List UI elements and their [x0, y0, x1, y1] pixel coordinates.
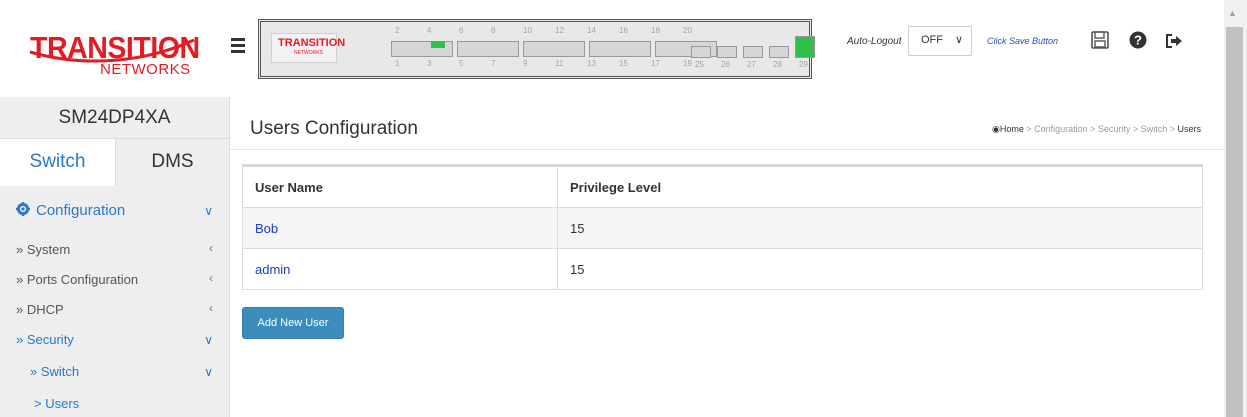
menu-toggle-icon[interactable] — [231, 38, 245, 56]
breadcrumb: ◉Home > Configuration > Security > Switc… — [991, 124, 1201, 134]
port-block — [589, 41, 651, 57]
sidebar-item-system[interactable]: » System ‹ — [0, 237, 229, 261]
save-icon[interactable] — [1091, 31, 1109, 49]
user-name-cell: Bob — [242, 207, 558, 249]
port-number: 29 — [799, 60, 808, 69]
port-number: 19 — [683, 59, 692, 68]
sidebar-item-users[interactable]: > Users — [0, 392, 229, 414]
port-number: 26 — [721, 60, 730, 69]
port-number: 16 — [619, 26, 628, 35]
port-number: 8 — [491, 26, 496, 35]
sidebar-item-dhcp[interactable]: » DHCP ‹ — [0, 297, 229, 321]
chevron-left-icon: ‹ — [209, 301, 213, 315]
sidebar-item-ports-configuration[interactable]: » Ports Configuration ‹ — [0, 267, 229, 291]
divider — [230, 149, 1224, 150]
sfp-port — [769, 46, 789, 58]
port-number: 3 — [427, 59, 432, 68]
brand-logo[interactable]: TRANSITION NETWORKS — [0, 0, 228, 97]
gear-icon — [16, 202, 30, 216]
table-row: admin 15 — [242, 248, 1203, 290]
sidebar-item-switch[interactable]: » Switch ∨ — [0, 359, 229, 383]
autologout-label: Auto-Logout — [847, 36, 902, 47]
user-name-cell: admin — [242, 248, 558, 290]
port-number: 18 — [651, 26, 660, 35]
chevron-down-icon: ∨ — [954, 34, 963, 46]
port-number: 12 — [555, 26, 564, 35]
sidebar-item-security[interactable]: » Security ∨ — [0, 327, 229, 351]
main-content: Users Configuration ◉Home > Configuratio… — [230, 97, 1224, 417]
top-header: TRANSITION NETWORKS TRANSITION NETWORKS … — [0, 0, 1224, 98]
home-icon: ◉ — [991, 124, 1000, 134]
column-header-privilege-level: Privilege Level — [557, 165, 1203, 208]
port-number: 27 — [747, 60, 756, 69]
table-header-row: User Name Privilege Level — [242, 165, 1203, 208]
breadcrumb-security[interactable]: Security — [1098, 124, 1131, 134]
sfp-port — [743, 46, 763, 58]
port-number: 13 — [587, 59, 596, 68]
sfp-port — [717, 46, 737, 58]
tab-dms[interactable]: DMS — [116, 139, 229, 186]
table-row: Bob 15 — [242, 207, 1203, 249]
scrollbar-thumb[interactable] — [1226, 27, 1243, 417]
privilege-level-cell: 15 — [557, 248, 1203, 290]
autologout-select[interactable]: OFF ∨ — [908, 26, 972, 56]
port-number: 25 — [695, 60, 704, 69]
port-number: 14 — [587, 26, 596, 35]
help-icon[interactable]: ? — [1129, 31, 1147, 49]
port-number: 10 — [523, 26, 532, 35]
port-number: 17 — [651, 59, 660, 68]
privilege-level-cell: 15 — [557, 207, 1203, 249]
port-number: 20 — [683, 26, 692, 35]
port-number: 9 — [523, 59, 528, 68]
column-header-user-name: User Name — [242, 165, 558, 208]
port-block — [457, 41, 519, 57]
breadcrumb-configuration[interactable]: Configuration — [1034, 124, 1088, 134]
logout-icon[interactable] — [1165, 33, 1183, 49]
user-link-admin[interactable]: admin — [255, 262, 290, 277]
breadcrumb-switch[interactable]: Switch — [1141, 124, 1168, 134]
port-number: 11 — [555, 59, 564, 68]
chevron-down-icon: ∨ — [204, 333, 213, 347]
sfp-port — [795, 36, 815, 58]
scroll-up-arrow-icon[interactable]: ▲ — [1228, 8, 1237, 18]
port-block — [523, 41, 585, 57]
chevron-down-icon: ∨ — [204, 204, 213, 218]
sidebar-tabs: Switch DMS — [0, 138, 229, 186]
sfp-port — [691, 46, 711, 58]
port-number: 7 — [491, 59, 496, 68]
port-number: 2 — [395, 26, 400, 35]
breadcrumb-users: Users — [1177, 124, 1201, 134]
save-note: Click Save Button — [987, 36, 1059, 46]
port-number: 4 — [427, 26, 432, 35]
port-active-indicator — [431, 41, 445, 48]
add-new-user-button[interactable]: Add New User — [242, 307, 344, 339]
device-panel: TRANSITION NETWORKS 2 4 6 8 10 12 14 16 18 20 1 3 5 7… — [258, 19, 815, 79]
chevron-down-icon: ∨ — [204, 365, 213, 379]
breadcrumb-home[interactable]: Home — [1000, 124, 1024, 134]
chevron-left-icon: ‹ — [209, 241, 213, 255]
svg-text:?: ? — [1134, 33, 1142, 48]
device-logo: TRANSITION NETWORKS — [271, 33, 345, 63]
sidebar: SM24DP4XA Switch DMS Configuration ∨ » S… — [0, 97, 230, 417]
page-title: Users Configuration — [250, 118, 418, 139]
port-number: 15 — [619, 59, 628, 68]
device-name: SM24DP4XA — [58, 107, 171, 128]
users-table: User Name Privilege Level Bob 15 admin 1… — [242, 164, 1203, 290]
sidebar-item-configuration[interactable]: Configuration ∨ — [0, 197, 229, 223]
port-number: 28 — [773, 60, 782, 69]
port-number: 1 — [395, 59, 400, 68]
port-number: 6 — [459, 26, 464, 35]
port-number: 5 — [459, 59, 464, 68]
tab-switch[interactable]: Switch — [0, 139, 116, 186]
chevron-left-icon: ‹ — [209, 271, 213, 285]
brand-subname: NETWORKS — [100, 61, 191, 78]
user-link-bob[interactable]: Bob — [255, 221, 278, 236]
